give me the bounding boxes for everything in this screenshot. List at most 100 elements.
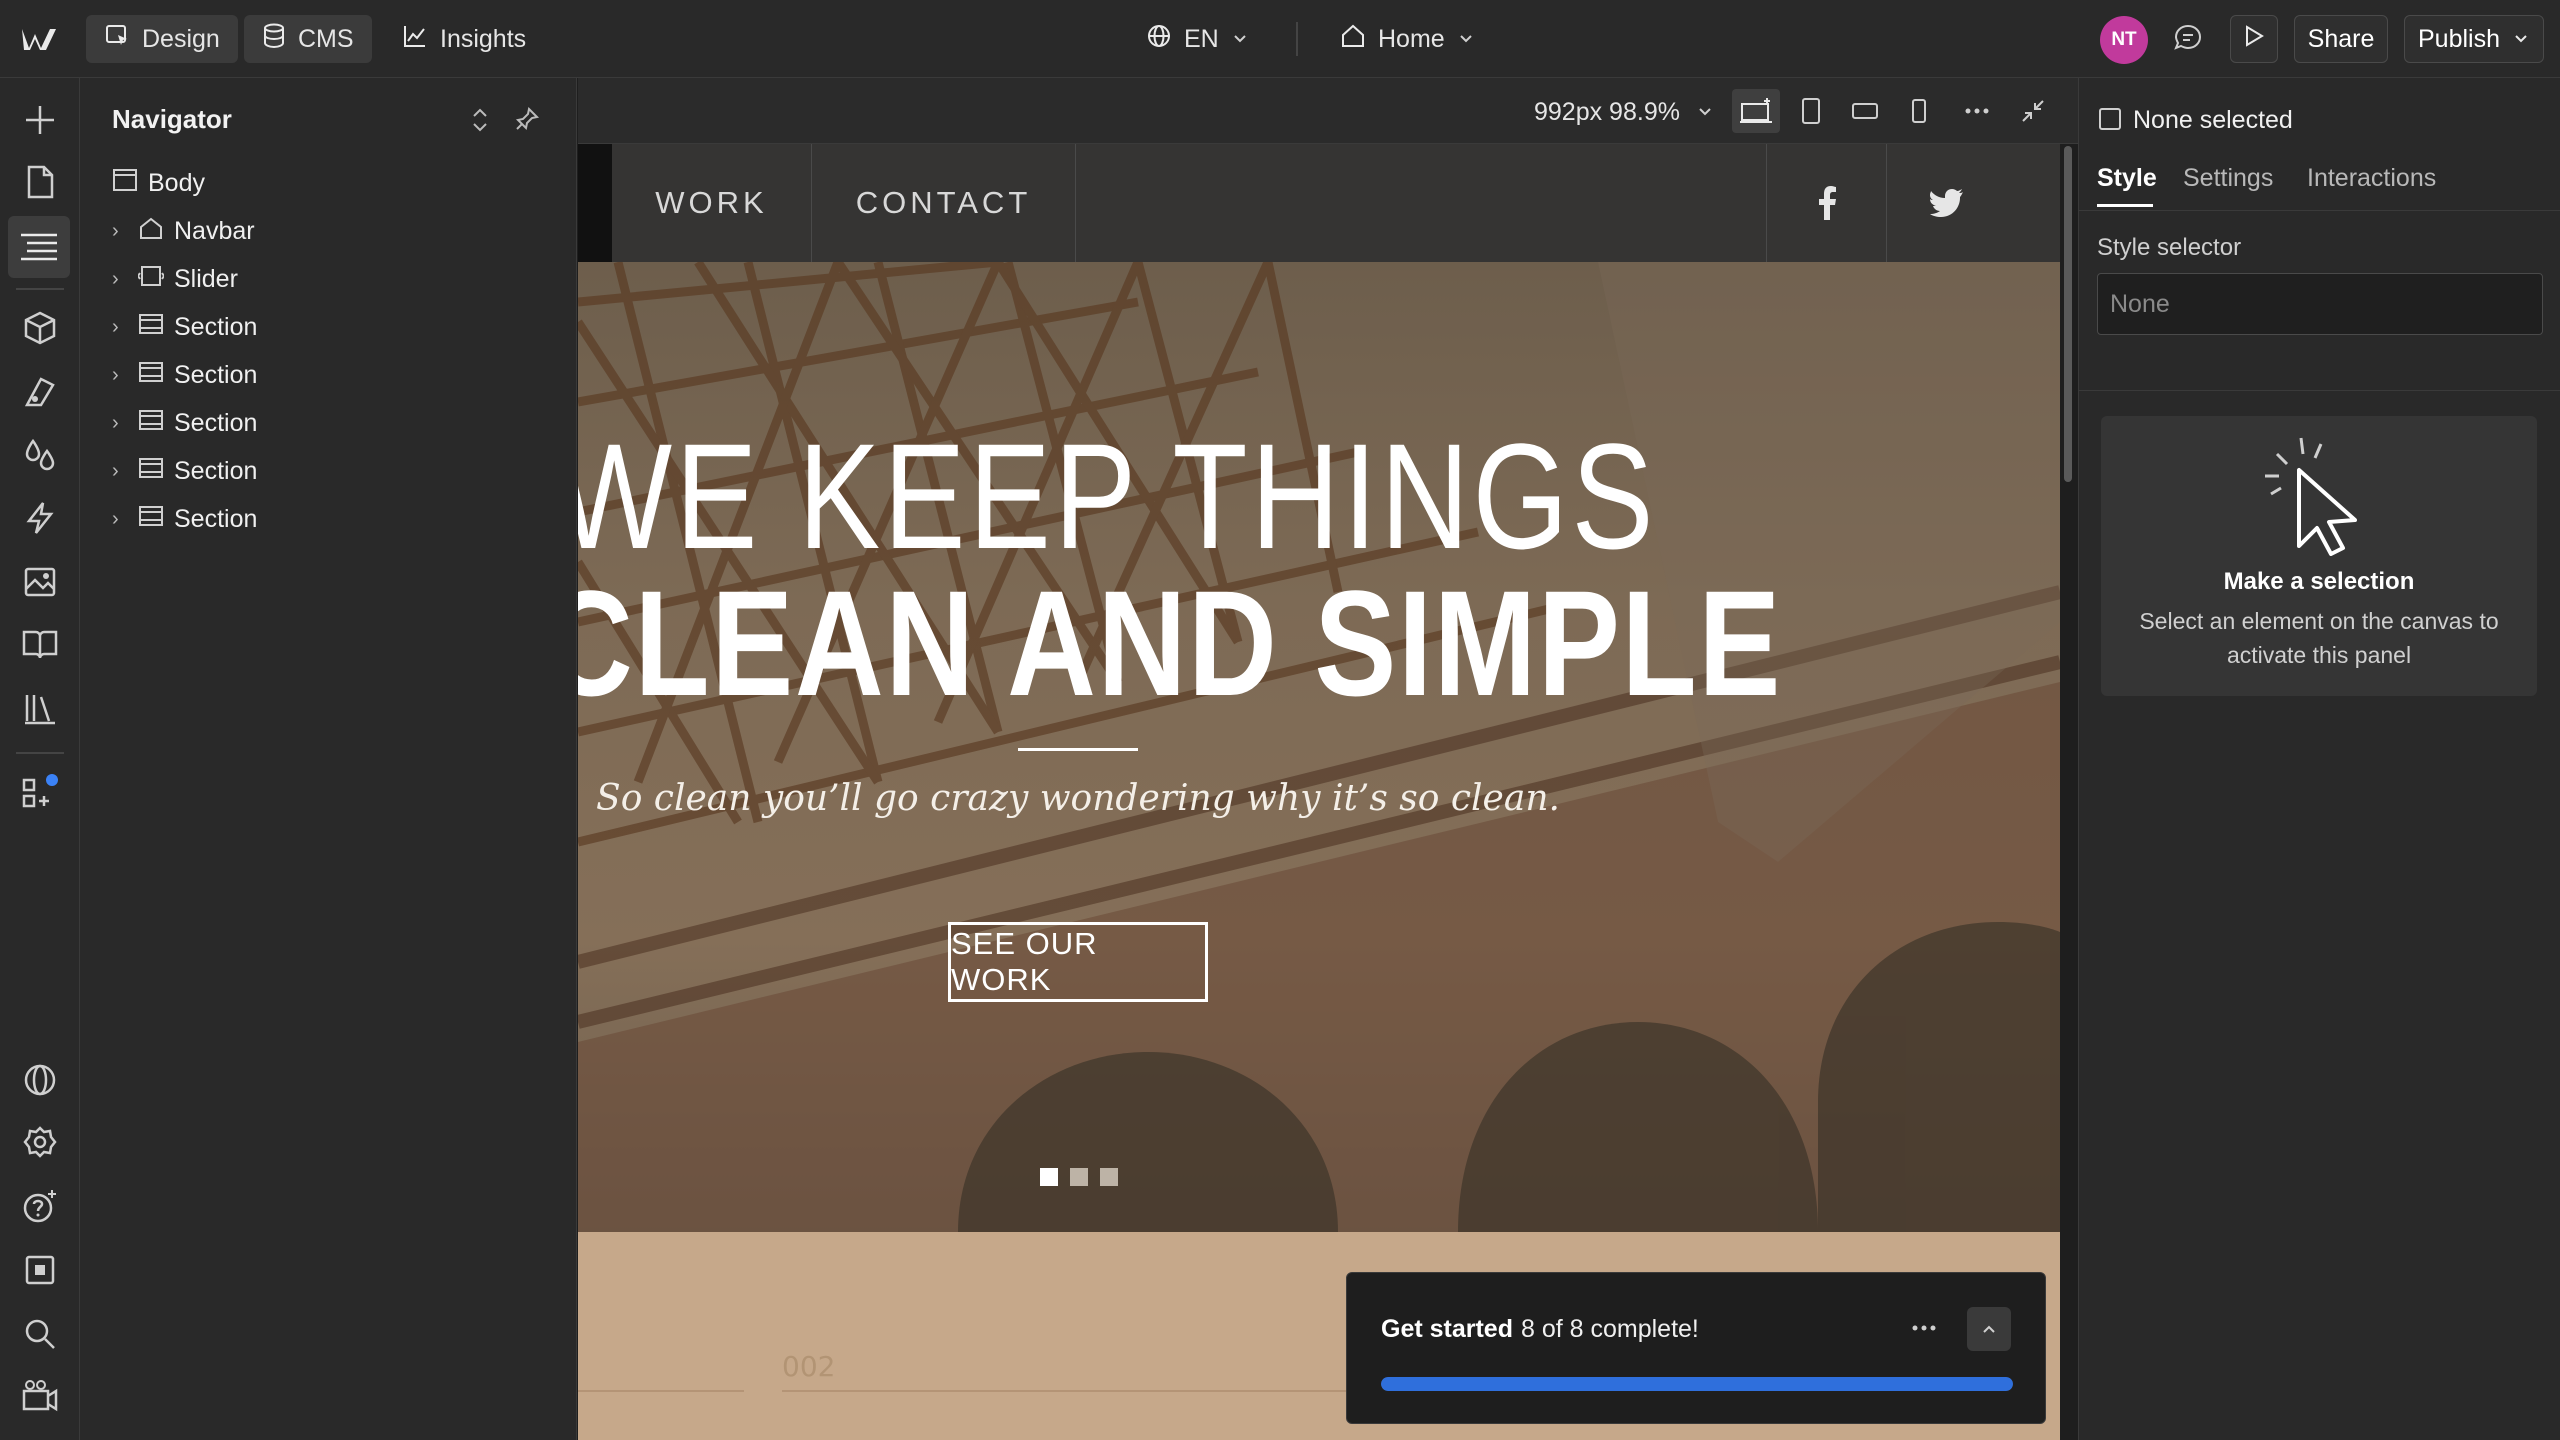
- nav-item-slider[interactable]: › Slider: [112, 259, 238, 299]
- chevron-up-icon[interactable]: [1967, 1307, 2011, 1351]
- help-icon[interactable]: [20, 1186, 60, 1226]
- nav-link-contact[interactable]: CONTACT: [812, 144, 1076, 262]
- tablet-breakpoint-icon[interactable]: [1792, 94, 1830, 128]
- nav-link-work[interactable]: WORK: [612, 144, 812, 262]
- mobile-portrait-breakpoint-icon[interactable]: [1900, 94, 1938, 128]
- more-options-icon[interactable]: [1958, 94, 1996, 128]
- cms-button[interactable]: CMS: [244, 15, 372, 63]
- chevron-down-icon: [1457, 25, 1475, 54]
- globe-icon[interactable]: [20, 1060, 60, 1100]
- components-icon[interactable]: [20, 308, 60, 348]
- library-icon[interactable]: [20, 688, 60, 728]
- comments-button[interactable]: [2172, 22, 2204, 61]
- section-rule: [578, 1390, 744, 1392]
- left-icon-rail: [0, 78, 80, 1440]
- nav-item-body[interactable]: Body: [112, 163, 205, 203]
- webflow-logo-icon[interactable]: [20, 22, 62, 56]
- twitter-icon[interactable]: [1886, 144, 2006, 262]
- nav-item-section[interactable]: › Section: [112, 355, 257, 395]
- chevron-right-icon[interactable]: ›: [112, 508, 128, 531]
- home-icon: [1340, 23, 1366, 56]
- chevron-right-icon[interactable]: ›: [112, 364, 128, 387]
- collapse-icon[interactable]: [2014, 94, 2052, 128]
- preview-button[interactable]: [2230, 15, 2278, 63]
- design-canvas[interactable]: WORK CONTACT WE KEEP THINGS CLEAN AND SI…: [578, 144, 2060, 1440]
- chevron-right-icon[interactable]: ›: [112, 460, 128, 483]
- facebook-icon[interactable]: [1766, 144, 1886, 262]
- add-icon[interactable]: [20, 100, 60, 140]
- mobile-landscape-breakpoint-icon[interactable]: [1846, 94, 1884, 128]
- audit-icon[interactable]: [20, 1250, 60, 1290]
- style-guide-icon[interactable]: [20, 372, 60, 412]
- nav-item-section[interactable]: › Section: [112, 451, 257, 491]
- chevron-down-icon[interactable]: [1686, 94, 1724, 128]
- locale-selector[interactable]: EN: [1146, 23, 1249, 56]
- slider-dot[interactable]: [1070, 1168, 1088, 1186]
- insights-button[interactable]: Insights: [402, 23, 526, 56]
- hero-divider: [1018, 748, 1138, 751]
- chevron-right-icon[interactable]: ›: [112, 220, 128, 243]
- navigator-panel: Navigator Body › Navbar › Slider › Secti…: [80, 78, 577, 1440]
- assets-icon[interactable]: [20, 562, 60, 602]
- more-options-icon[interactable]: [1911, 1311, 1937, 1339]
- chevron-right-icon[interactable]: ›: [112, 316, 128, 339]
- section-rule: [782, 1390, 1442, 1392]
- breakpoint-size-label[interactable]: 992px 98.9%: [1534, 98, 1680, 127]
- tab-interactions[interactable]: Interactions: [2307, 164, 2436, 193]
- apps-icon[interactable]: [20, 772, 60, 812]
- canvas-scrollbar[interactable]: [2064, 146, 2072, 482]
- search-icon[interactable]: [20, 1314, 60, 1354]
- publish-label: Publish: [2418, 24, 2500, 53]
- page-selector[interactable]: Home: [1340, 23, 1475, 56]
- rail-divider: [16, 752, 64, 754]
- selection-checkbox[interactable]: [2099, 108, 2121, 130]
- section-icon: [138, 456, 164, 487]
- nav-item-section[interactable]: › Section: [112, 307, 257, 347]
- slider-icon: [136, 264, 166, 295]
- desktop-breakpoint-icon[interactable]: [1732, 89, 1780, 133]
- chevron-right-icon[interactable]: ›: [112, 412, 128, 435]
- get-started-toast[interactable]: Get started 8 of 8 complete!: [1346, 1272, 2046, 1424]
- chevron-right-icon[interactable]: ›: [112, 268, 128, 291]
- settings-icon[interactable]: [20, 1122, 60, 1162]
- globe-icon: [1146, 23, 1172, 56]
- tab-settings[interactable]: Settings: [2183, 164, 2273, 193]
- expand-collapse-icon[interactable]: [468, 106, 492, 141]
- section-icon: [138, 504, 164, 535]
- database-icon: [262, 23, 286, 56]
- nav-item-section[interactable]: › Section: [112, 499, 257, 539]
- locale-label: EN: [1184, 25, 1219, 53]
- style-selector-input[interactable]: None: [2097, 273, 2543, 335]
- section-icon: [138, 408, 164, 439]
- share-button[interactable]: Share: [2294, 15, 2388, 63]
- nav-item-label: Section: [174, 312, 258, 341]
- section-number: 002: [782, 1350, 836, 1383]
- avatar[interactable]: NT: [2100, 16, 2148, 64]
- panel-divider: [2079, 210, 2560, 211]
- see-our-work-button[interactable]: SEE OUR WORK: [948, 922, 1208, 1002]
- slider-dot[interactable]: [1100, 1168, 1118, 1186]
- site-navbar[interactable]: WORK CONTACT: [578, 144, 2060, 262]
- book-icon[interactable]: [20, 624, 60, 664]
- pages-icon[interactable]: [20, 162, 60, 202]
- tab-style[interactable]: Style: [2097, 164, 2157, 193]
- chevron-down-icon: [2512, 25, 2530, 54]
- section-icon: [138, 360, 164, 391]
- hero-slider[interactable]: WE KEEP THINGS CLEAN AND SIMPLE So clean…: [578, 262, 2060, 1232]
- publish-button[interactable]: Publish: [2404, 15, 2544, 63]
- make-selection-card: Make a selection Select an element on th…: [2101, 416, 2537, 696]
- card-title: Make a selection: [2223, 568, 2415, 595]
- design-mode-button[interactable]: Design: [86, 15, 238, 63]
- card-description: Select an element on the canvas to activ…: [2139, 608, 2499, 668]
- nav-item-navbar[interactable]: › Navbar: [112, 211, 255, 251]
- navbar-brand-block[interactable]: [578, 144, 612, 262]
- nav-item-section[interactable]: › Section: [112, 403, 257, 443]
- pin-icon[interactable]: [514, 106, 540, 139]
- slider-dot[interactable]: [1040, 1168, 1058, 1186]
- toast-count: 8 of 8 complete!: [1521, 1315, 1699, 1343]
- interactions-icon[interactable]: [20, 498, 60, 538]
- video-tutorials-icon[interactable]: [20, 1376, 60, 1416]
- navigator-icon[interactable]: [8, 216, 70, 278]
- variables-icon[interactable]: [20, 434, 60, 474]
- comment-icon: [2172, 22, 2204, 61]
